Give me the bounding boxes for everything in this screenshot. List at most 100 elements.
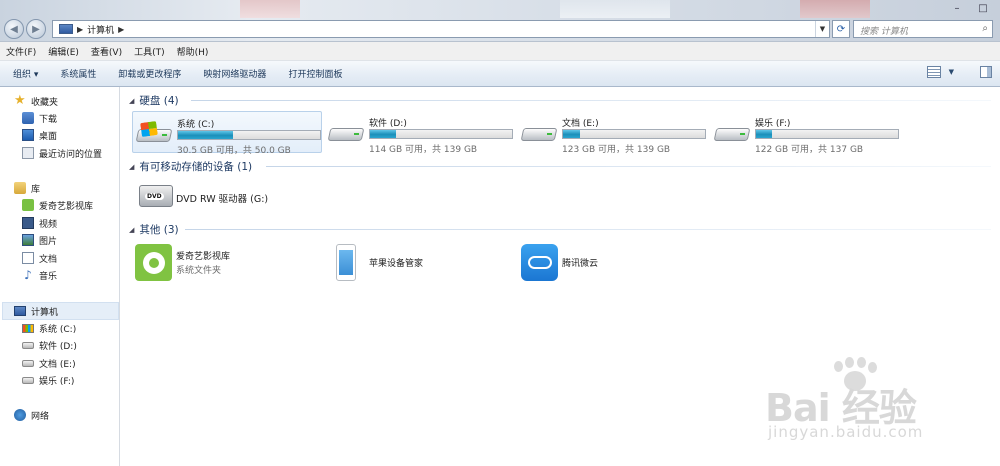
item-name: 腾讯微云 [562,259,599,269]
search-icon[interactable]: ⌕ [982,23,988,34]
command-bar: 组织 ▾ 系统属性 卸载或更改程序 映射网络驱动器 打开控制面板 ▼ [0,61,1000,87]
drive-space-info: 122 GB 可用，共 137 GB [755,145,864,155]
breadcrumb-chevron-icon[interactable]: ▶ [118,25,124,34]
sidebar-item-label: 娱乐 (F:) [39,376,75,387]
computer-icon [14,306,26,316]
hard-drive-icon [22,341,34,349]
sidebar-network[interactable]: 网络 [14,407,49,423]
maximize-button[interactable]: □ [970,0,996,16]
collapse-triangle-icon: ◢ [129,96,135,105]
sidebar-item-drive-c[interactable]: 系统 (C:) [22,320,76,336]
system-drive-icon [22,323,34,333]
preview-pane-icon[interactable] [980,66,992,78]
sidebar-libraries[interactable]: 库 [14,180,40,196]
group-header-removable[interactable]: ◢ 有可移动存储的设备 (1) [129,159,252,174]
video-library-icon [22,217,34,229]
drive-tile-e[interactable]: 文档 (E:) 123 GB 可用，共 139 GB [518,111,708,155]
menu-view[interactable]: 查看(V) [91,45,122,58]
sidebar-item-label: 库 [31,184,41,195]
dvd-drive-label[interactable]: DVD RW 驱动器 (G:) [176,191,268,205]
sidebar-item-label: 桌面 [39,131,58,142]
hard-drive-icon [22,359,34,367]
sidebar-item-recent-places[interactable]: 最近访问的位置 [22,145,102,161]
computer-icon [59,24,73,34]
item-tencent-weiyun[interactable]: 腾讯微云 [521,244,671,284]
forward-arrow-icon: ▶ [32,23,40,35]
item-apple-device-manager[interactable]: 苹果设备管家 [336,244,486,284]
view-dropdown-icon[interactable]: ▼ [949,68,954,76]
group-divider [185,229,991,230]
group-divider [266,166,991,167]
minimize-button[interactable]: – [944,0,970,16]
uninstall-program-button[interactable]: 卸载或更改程序 [118,67,181,80]
drive-name: 娱乐 (F:) [755,119,791,129]
background-decoration [560,0,670,18]
hard-drive-icon [520,121,558,143]
download-folder-icon [22,112,34,124]
drive-name: 文档 (E:) [562,119,599,129]
group-title: 有可移动存储的设备 (1) [139,161,253,173]
item-subtitle: 系统文件夹 [176,266,222,276]
menu-tools[interactable]: 工具(T) [134,45,165,58]
sidebar-item-desktop[interactable]: 桌面 [22,127,57,143]
open-control-panel-button[interactable]: 打开控制面板 [288,67,342,80]
sidebar-computer[interactable]: 计算机 [14,303,58,319]
iqiyi-icon [22,199,34,211]
address-bar[interactable]: ▶ 计算机 ▶ ▼ [52,20,830,38]
back-arrow-icon: ◀ [10,23,18,35]
breadcrumb-chevron-icon[interactable]: ▶ [77,25,83,34]
sidebar-item-downloads[interactable]: 下载 [22,110,57,126]
recent-places-icon [22,147,34,159]
sidebar-item-videos[interactable]: 视频 [22,215,57,231]
document-library-icon [22,252,34,264]
collapse-triangle-icon: ◢ [129,162,135,171]
sidebar-item-pictures[interactable]: 图片 [22,232,57,248]
item-iqiyi-library[interactable]: 爱奇艺影视库 系统文件夹 [135,244,285,284]
sidebar-item-music[interactable]: ♪ 音乐 [22,267,57,283]
refresh-icon: ⟳ [836,23,846,35]
sidebar-item-label: 文档 [39,254,58,265]
refresh-button[interactable]: ⟳ [832,20,850,38]
sidebar-favorites[interactable]: ★ 收藏夹 [14,93,58,109]
menu-file[interactable]: 文件(F) [6,45,36,58]
sidebar-item-documents[interactable]: 文档 [22,250,57,266]
search-input[interactable]: 搜索 计算机 ⌕ [853,20,993,38]
sidebar-item-label: 下载 [39,114,58,125]
cloud-icon [521,244,558,281]
sidebar-item-label: 图片 [39,236,58,247]
sidebar-item-iqiyi[interactable]: 爱奇艺影视库 [22,197,93,213]
item-name: 苹果设备管家 [369,259,424,269]
map-network-drive-button[interactable]: 映射网络驱动器 [203,67,266,80]
drive-tile-d[interactable]: 软件 (D:) 114 GB 可用，共 139 GB [325,111,515,155]
search-placeholder: 搜索 计算机 [860,27,908,37]
menu-help[interactable]: 帮助(H) [177,45,209,58]
sidebar-item-label: 收藏夹 [31,97,59,108]
organize-button[interactable]: 组织 ▾ [13,67,38,80]
back-button[interactable]: ◀ [4,19,24,39]
system-properties-button[interactable]: 系统属性 [60,67,96,80]
sidebar-item-drive-f[interactable]: 娱乐 (F:) [22,372,74,388]
drive-usage-bar [177,130,321,140]
forward-button[interactable]: ▶ [26,19,46,39]
sidebar-item-drive-e[interactable]: 文档 (E:) [22,355,76,371]
group-header-other[interactable]: ◢ 其他 (3) [129,222,179,237]
title-bar: – □ ◀ ▶ ▶ 计算机 ▶ ▼ ⟳ 搜索 计算机 ⌕ [0,0,1000,42]
address-dropdown-icon[interactable]: ▼ [815,21,829,37]
drive-name: 软件 (D:) [369,119,407,129]
drive-tile-c[interactable]: 系统 (C:) 30.5 GB 可用，共 50.0 GB [132,111,322,156]
dvd-badge: DVD [145,193,164,200]
breadcrumb-computer[interactable]: 计算机 [87,23,114,36]
sidebar-item-label: 网络 [31,411,50,422]
sidebar-item-drive-d[interactable]: 软件 (D:) [22,337,77,353]
music-note-icon: ♪ [24,268,32,282]
sidebar-item-label: 文档 (E:) [39,359,76,370]
drive-tile-f[interactable]: 娱乐 (F:) 122 GB 可用，共 137 GB [711,111,901,155]
drive-space-info: 114 GB 可用，共 139 GB [369,145,478,155]
change-view-icon[interactable] [926,66,941,78]
star-icon: ★ [14,93,26,108]
menu-edit[interactable]: 编辑(E) [48,45,79,58]
group-header-hard-disks[interactable]: ◢ 硬盘 (4) [129,93,179,108]
sidebar-item-label: 软件 (D:) [39,341,77,352]
dvd-drive-icon[interactable]: DVD [139,179,173,209]
hard-drive-icon [22,376,34,384]
